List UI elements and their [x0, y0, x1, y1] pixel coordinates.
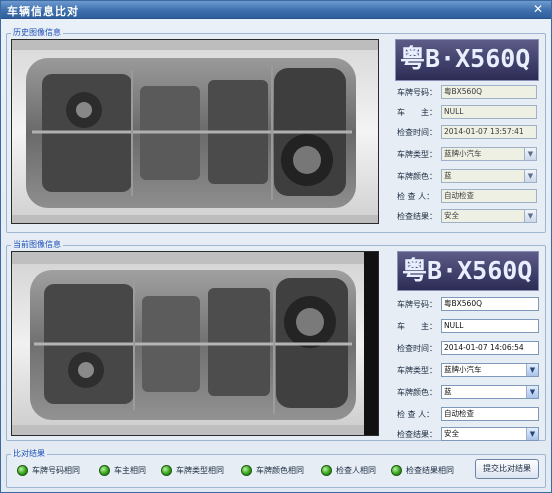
chevron-down-icon[interactable]: ▼: [526, 364, 538, 376]
chevron-down-icon: ▼: [524, 210, 536, 222]
history-owner-field: NULL: [441, 105, 537, 119]
history-plate-number-field: 粤BX560Q: [441, 85, 537, 99]
chevron-down-icon[interactable]: ▼: [526, 428, 538, 440]
history-label-check-result: 检查结果：: [397, 212, 437, 221]
result-label: 车牌类型相同: [176, 466, 224, 475]
history-inspector-field: 自动检查: [441, 189, 537, 203]
chevron-down-icon: ▼: [524, 170, 536, 182]
current-label-plate-type: 车牌类型：: [397, 366, 437, 375]
result-label: 检查人相同: [336, 466, 376, 475]
history-vehicle-xray: [12, 40, 378, 223]
history-label-plate-type: 车牌类型：: [397, 150, 437, 159]
history-label-check-time: 检查时间：: [397, 128, 437, 137]
current-group-title: 当前图像信息: [11, 240, 63, 250]
current-label-check-result: 检查结果：: [397, 430, 437, 439]
green-check-dot-icon: [241, 465, 252, 476]
current-check-result-select[interactable]: 安全 ▼: [441, 427, 539, 441]
current-plate-color-select[interactable]: 蓝 ▼: [441, 385, 539, 399]
result-label: 车主相同: [114, 466, 146, 475]
current-label-plate-number: 车牌号码：: [397, 300, 437, 309]
current-plate-text: 粤B·X560Q: [402, 256, 533, 285]
current-plate-type-select[interactable]: 蓝牌小汽车 ▼: [441, 363, 539, 377]
current-scan-image: [11, 251, 379, 436]
green-check-dot-icon: [99, 465, 110, 476]
current-label-owner: 车 主：: [397, 322, 437, 331]
history-plate-color-select: 蓝 ▼: [441, 169, 537, 183]
current-plate-number-field[interactable]: 粤BX560Q: [441, 297, 539, 311]
green-check-dot-icon: [391, 465, 402, 476]
history-label-plate-color: 车牌颜色：: [397, 172, 437, 181]
result-label: 车牌颜色相同: [256, 466, 304, 475]
history-check-result-select: 安全 ▼: [441, 209, 537, 223]
history-plate-type-value: 蓝牌小汽车: [444, 149, 482, 158]
history-label-inspector: 检 查 人：: [397, 192, 435, 201]
current-owner-field[interactable]: NULL: [441, 319, 539, 333]
current-check-result-value: 安全: [444, 429, 459, 438]
current-info-panel: 车牌号码： 粤BX560Q 车 主： NULL 检查时间： 2014-01-07…: [397, 297, 543, 441]
history-scan-image: [11, 39, 379, 224]
green-check-dot-icon: [161, 465, 172, 476]
history-label-plate-number: 车牌号码：: [397, 88, 437, 97]
history-group-title: 历史图像信息: [11, 28, 63, 38]
current-label-inspector: 检 查 人：: [397, 410, 435, 419]
close-icon[interactable]: ✕: [531, 3, 545, 16]
history-plate-color-value: 蓝: [444, 171, 452, 180]
history-plate-text: 粤B·X560Q: [400, 44, 531, 73]
current-label-check-time: 检查时间：: [397, 344, 437, 353]
current-plate-image: 粤B·X560Q: [397, 251, 539, 291]
chevron-down-icon: ▼: [524, 148, 536, 160]
history-check-time-field: 2014-01-07 13:57:41: [441, 125, 537, 139]
green-check-dot-icon: [321, 465, 332, 476]
comparison-group-title: 比对结果: [11, 449, 47, 459]
history-check-result-value: 安全: [444, 211, 459, 220]
history-label-owner: 车 主：: [397, 108, 437, 117]
current-check-time-field[interactable]: 2014-01-07 14:06:54: [441, 341, 539, 355]
result-label: 车牌号码相同: [32, 466, 80, 475]
current-plate-color-value: 蓝: [444, 387, 452, 396]
current-vehicle-xray: [12, 252, 378, 435]
green-check-dot-icon: [17, 465, 28, 476]
title-bar[interactable]: 车辆信息比对 ✕: [1, 1, 551, 19]
chevron-down-icon[interactable]: ▼: [526, 386, 538, 398]
submit-comparison-button[interactable]: 提交比对结果: [475, 459, 539, 479]
window-title: 车辆信息比对: [7, 5, 79, 18]
current-plate-type-value: 蓝牌小汽车: [444, 365, 482, 374]
result-label: 检查结果相同: [406, 466, 454, 475]
history-info-panel: 车牌号码： 粤BX560Q 车 主： NULL 检查时间： 2014-01-07…: [397, 85, 543, 225]
current-label-plate-color: 车牌颜色：: [397, 388, 437, 397]
vehicle-compare-window: 车辆信息比对 ✕ 历史图像信息 粤B·X560Q 车牌号码： 粤BX560Q 车…: [0, 0, 552, 493]
history-plate-type-select: 蓝牌小汽车 ▼: [441, 147, 537, 161]
history-plate-image: 粤B·X560Q: [395, 39, 539, 81]
current-inspector-field[interactable]: 自动检查: [441, 407, 539, 421]
